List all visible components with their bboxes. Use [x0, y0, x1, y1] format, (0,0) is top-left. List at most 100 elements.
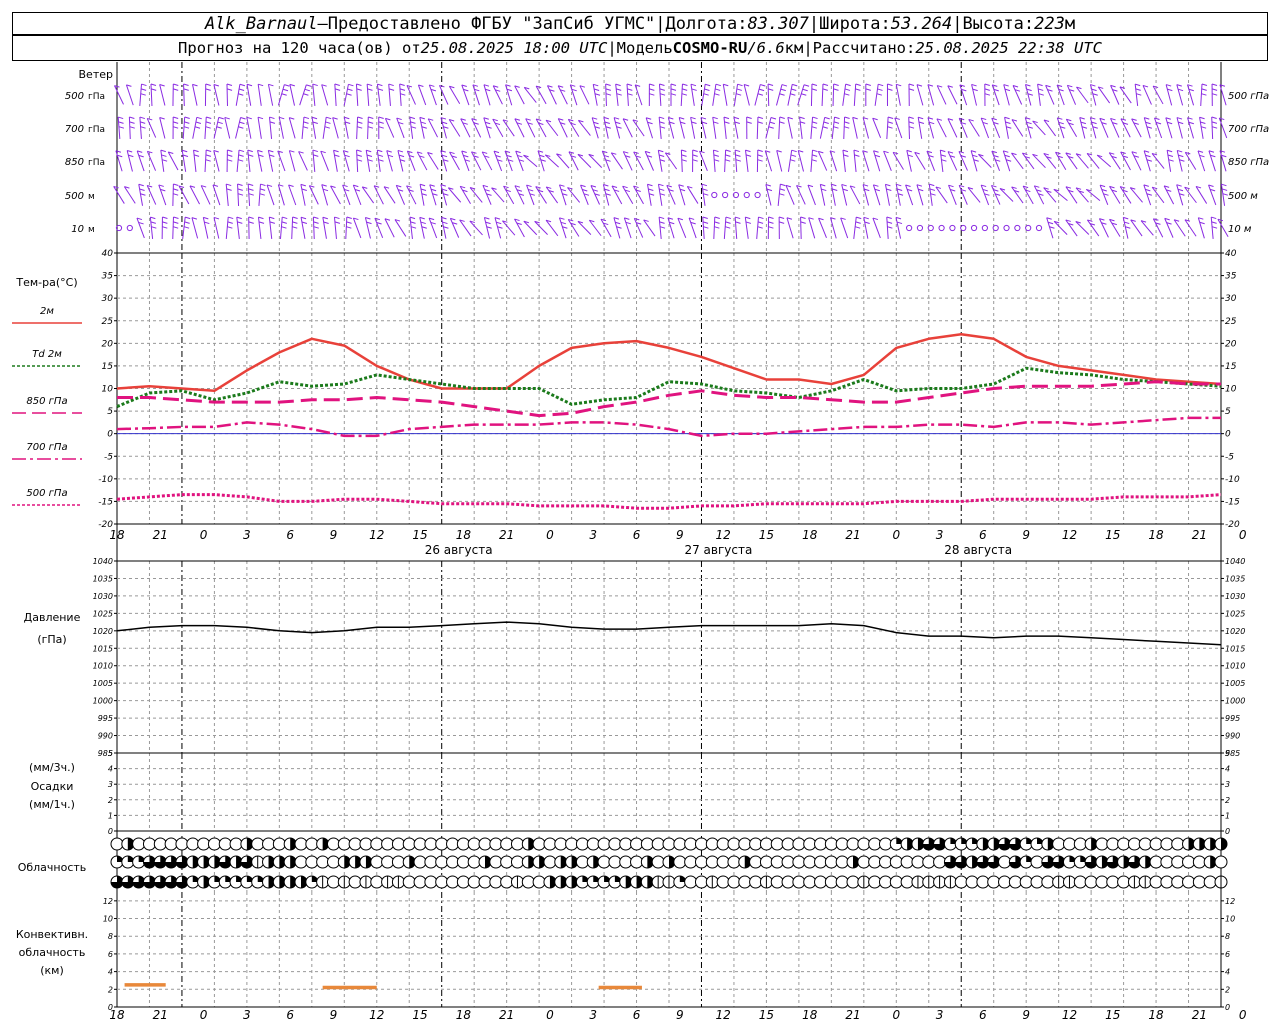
wind-barb-feather — [1221, 183, 1227, 187]
cloud-circle — [370, 837, 384, 851]
wind-barb — [427, 152, 439, 170]
cloud-icon — [240, 837, 254, 851]
wind-barb — [158, 184, 167, 206]
wind-barb-staff — [777, 184, 781, 206]
precip-axis-unit-1h: (мм/1ч.) — [29, 798, 75, 811]
wind-barb-staff — [202, 217, 209, 239]
cloud-circle — [132, 837, 146, 851]
wind-barb — [483, 84, 491, 106]
wind-barb-feather — [770, 117, 777, 120]
wind-barb-staff — [279, 217, 283, 239]
cloud-icon — [1182, 837, 1196, 851]
cloud-circle — [1149, 875, 1163, 889]
cloud-icon — [954, 875, 968, 889]
wind-barb-feather — [659, 116, 665, 120]
wind-barb-feather — [226, 88, 233, 91]
wind-barb — [632, 119, 645, 137]
wind-level-right: 850 гПа — [1228, 157, 1269, 168]
wind-barb-staff — [428, 217, 438, 239]
wind-barb-feather — [184, 116, 190, 120]
bottom-xtick: 6 — [286, 1008, 294, 1022]
cloud-icon — [207, 875, 221, 889]
wind-barb-feather — [745, 216, 751, 220]
wind-barb-staff — [361, 186, 375, 204]
cloud-circle — [630, 837, 644, 851]
wind-barb-staff — [600, 218, 612, 238]
wind-barb-staff — [535, 186, 547, 204]
wind-barb-staff — [547, 85, 557, 105]
wind-barb-staff — [734, 217, 738, 239]
wind-barb-feather — [800, 221, 806, 224]
wind-barb-staff — [399, 84, 402, 106]
wind-barb — [786, 217, 794, 239]
wind-barb-staff — [268, 117, 273, 139]
bottom-xtick: 12 — [715, 1008, 730, 1022]
temperature-xtick: 3 — [243, 528, 251, 542]
cloud-icon — [1203, 837, 1217, 851]
wind-barb-feather — [238, 159, 244, 162]
temperature-xtick: 12 — [369, 528, 384, 542]
wind-barb-feather — [1135, 83, 1141, 87]
wind-barb-staff — [364, 217, 371, 239]
wind-barb-staff — [406, 185, 417, 205]
wind-barb — [311, 116, 318, 139]
wind-barb-feather — [626, 83, 633, 87]
cloud-circle — [1192, 875, 1206, 889]
wind-barb-feather — [854, 154, 860, 157]
wind-barb-feather — [822, 126, 828, 129]
wind-barb — [225, 216, 234, 239]
cloud-circle — [716, 855, 730, 869]
cloud-circle — [878, 837, 892, 851]
wind-barb — [1211, 83, 1218, 107]
wind-barb-staff — [723, 217, 727, 239]
wind-barb-staff — [459, 219, 472, 237]
cloud-icon — [435, 837, 449, 851]
wind-barb-feather — [377, 88, 384, 91]
temperature-xtick: 18 — [456, 528, 472, 542]
wind-barb-feather — [692, 149, 698, 152]
wind-barb-feather — [702, 221, 709, 224]
cloud-circle — [1117, 875, 1131, 889]
cloud-icon — [738, 837, 752, 851]
wind-barb-staff — [958, 185, 968, 205]
wind-barb-feather — [194, 126, 201, 129]
wind-barb — [225, 183, 232, 206]
wind-barb-staff — [842, 84, 847, 106]
cloud-icon — [1192, 875, 1206, 889]
wind-barb-feather — [172, 126, 179, 129]
wind-barb-feather — [313, 216, 319, 219]
temperature-xtick: 6 — [979, 528, 987, 542]
convective-ytick-right: 6 — [1225, 950, 1230, 959]
wind-barb-feather — [791, 88, 797, 92]
wind-barb-feather — [593, 83, 599, 87]
wind-barb-staff — [883, 150, 892, 172]
wind-barb-staff — [787, 117, 793, 139]
wind-calm-marker — [743, 191, 750, 199]
wind-barb-staff — [686, 186, 699, 204]
temperature-ytick-left: 5 — [107, 407, 113, 417]
wind-barb — [1217, 218, 1229, 238]
wind-barb-feather — [703, 226, 709, 229]
wind-barb-staff — [557, 85, 568, 105]
temperature-ytick-left: -15 — [98, 497, 113, 507]
wind-barb — [123, 186, 136, 204]
wind-barb-feather — [681, 93, 688, 96]
wind-barb — [361, 186, 375, 204]
cloud-icon — [348, 855, 362, 869]
wind-barb — [645, 117, 654, 139]
wind-barb — [1066, 84, 1077, 105]
wind-barb-staff — [1184, 186, 1197, 204]
wind-barb-staff — [1131, 118, 1142, 138]
cloud-icon — [435, 855, 449, 869]
wind-barb-feather — [779, 188, 785, 191]
wind-barb-feather — [768, 126, 774, 129]
cloud-circle — [727, 855, 741, 869]
wind-barb-staff — [1197, 217, 1205, 239]
convective-ytick-left: 8 — [108, 932, 113, 941]
wind-barb-feather — [735, 221, 741, 224]
cloud-icon — [630, 837, 644, 851]
wind-barb-staff — [158, 184, 167, 206]
cloud-icon — [532, 875, 546, 889]
pressure-axis-label: Давление — [24, 611, 81, 624]
wind-barb — [947, 85, 958, 105]
